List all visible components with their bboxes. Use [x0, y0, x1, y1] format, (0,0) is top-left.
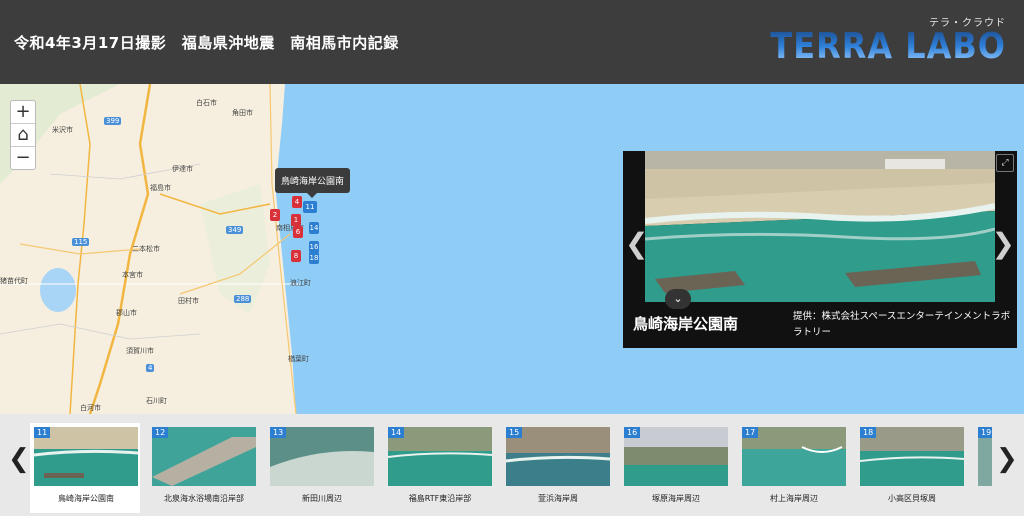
map-label: 石川町: [146, 397, 167, 405]
map-label: 角田市: [232, 109, 253, 117]
map-label: 二本松市: [132, 245, 160, 253]
thumbnail-item[interactable]: 19: [974, 423, 992, 513]
strip-next-button[interactable]: ❯: [996, 444, 1018, 474]
map-label: 楢葉町: [288, 355, 309, 363]
thumbnail-number: 17: [742, 427, 759, 438]
map-label: 猪苗代町: [0, 277, 28, 285]
thumbnail-item[interactable]: 13 新田川周辺: [266, 423, 376, 513]
photo-credit: 提供：株式会社スペースエンターテインメントラボラトリー: [793, 311, 1011, 338]
map-label: 田村市: [178, 297, 199, 305]
prev-photo-button[interactable]: ❮: [625, 227, 648, 260]
map-pin[interactable]: 14: [309, 222, 319, 234]
map-tooltip: 鳥崎海岸公園南: [275, 168, 351, 198]
strip-prev-button[interactable]: ❮: [8, 444, 30, 474]
map-pin[interactable]: 6: [293, 226, 303, 238]
thumbnail-item[interactable]: 18 小高区貝塚周: [856, 423, 966, 513]
map-label: 本宮市: [122, 271, 143, 279]
road-shield: 4: [146, 364, 155, 372]
thumbnail-item[interactable]: 17 村上海岸周辺: [738, 423, 848, 513]
thumbnail-number: 11: [34, 427, 51, 438]
map-pin[interactable]: 2: [270, 209, 280, 221]
page-title: 令和4年3月17日撮影 福島県沖地震 南相馬市内記録: [14, 34, 399, 52]
terra-labo-logo[interactable]: テラ・クラウド TERRA LABO: [770, 14, 1006, 67]
collapse-button[interactable]: ⌄: [665, 289, 691, 309]
thumbnail-strip: ❮ ❯ 11 鳥崎海岸公園南 12 北泉海水浴場南沿岸部 13 新田川周辺 14…: [0, 414, 1024, 516]
thumbnail-number: 14: [388, 427, 405, 438]
header-bar: 令和4年3月17日撮影 福島県沖地震 南相馬市内記録 テラ・クラウド TERRA…: [0, 0, 1024, 84]
thumbnail-number: 15: [506, 427, 523, 438]
thumbnail-number: 12: [152, 427, 169, 438]
road-shield: 288: [234, 295, 252, 303]
road-shield: 349: [226, 226, 244, 234]
thumbnail-item[interactable]: 15 萱浜海岸周: [502, 423, 612, 513]
map-pin[interactable]: 1: [291, 214, 301, 226]
home-button[interactable]: ⌂: [11, 124, 35, 147]
map-label: 浪江町: [290, 279, 311, 287]
map-pin[interactable]: 18: [309, 252, 319, 264]
thumbnail-label: 鳥崎海岸公園南: [58, 494, 114, 503]
map-label: 郡山市: [116, 309, 137, 317]
photo-viewer: ⤢ ❮ ❯ ⌄ 鳥崎海岸公園南 提供：株式会社スペースエンターテインメントラボラ…: [623, 151, 1017, 348]
map-label: 白河市: [80, 404, 101, 412]
thumbnail-item[interactable]: 12 北泉海水浴場南沿岸部: [148, 423, 258, 513]
aerial-photo-image: [645, 151, 995, 302]
fullscreen-button[interactable]: ⤢: [996, 154, 1014, 172]
thumbnail-label: 福島RTF東沿岸部: [408, 494, 472, 503]
map-label: 白石市: [196, 99, 217, 107]
thumbnail-number: 19: [978, 427, 992, 438]
thumbnail-item[interactable]: 16 塚原海岸周辺: [620, 423, 730, 513]
zoom-in-button[interactable]: +: [11, 101, 35, 124]
road-shield: 115: [72, 238, 90, 246]
map-label: 福島市: [150, 184, 171, 192]
map-pin-selected[interactable]: 11: [303, 201, 317, 213]
map-pin[interactable]: 8: [291, 250, 301, 262]
thumbnail-label: 北泉海水浴場南沿岸部: [164, 494, 244, 503]
map-label: 米沢市: [52, 126, 73, 134]
thumbnail-label: 村上海岸周辺: [770, 494, 818, 503]
photo-location-name: 鳥崎海岸公園南: [633, 315, 739, 333]
thumbnail-label: 塚原海岸周辺: [652, 494, 700, 503]
thumbnail-label: 小高区貝塚周: [888, 494, 936, 503]
next-photo-button[interactable]: ❯: [992, 227, 1015, 260]
map-pin[interactable]: 4: [292, 196, 302, 208]
thumbnail-label: 萱浜海岸周: [538, 494, 578, 503]
logo-text: TERRA LABO: [770, 25, 1006, 67]
thumbnail-item-active[interactable]: 11 鳥崎海岸公園南: [30, 423, 140, 513]
map-label: 須賀川市: [126, 347, 154, 355]
road-shield: 399: [104, 117, 122, 125]
zoom-out-button[interactable]: −: [11, 147, 35, 169]
thumbnail-number: 13: [270, 427, 287, 438]
map-label: 伊達市: [172, 165, 193, 173]
thumbnail-label: 新田川周辺: [302, 494, 342, 503]
thumbnail-number: 18: [860, 427, 877, 438]
thumbnail-item[interactable]: 14 福島RTF東沿岸部: [384, 423, 494, 513]
thumbnail-number: 16: [624, 427, 641, 438]
map-controls: + ⌂ −: [10, 100, 36, 170]
aerial-photo[interactable]: [645, 151, 995, 302]
